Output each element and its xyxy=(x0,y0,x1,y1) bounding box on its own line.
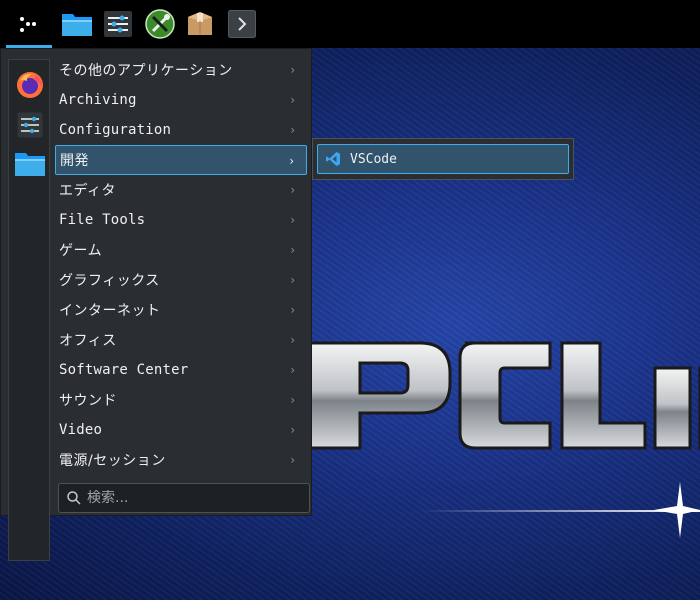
settings-icon xyxy=(17,112,43,138)
chevron-right-icon: › xyxy=(289,393,297,407)
category-file-tools[interactable]: File Tools › xyxy=(55,205,307,235)
chevron-right-icon: › xyxy=(289,363,297,377)
category-other-apps[interactable]: その他のアプリケーション › xyxy=(55,55,307,85)
category-power-session[interactable]: 電源/セッション › xyxy=(55,445,307,475)
chevron-right-icon: › xyxy=(289,423,297,437)
category-software-center[interactable]: Software Center › xyxy=(55,355,307,385)
tools-button[interactable] xyxy=(142,6,178,42)
package-manager-button[interactable] xyxy=(182,6,218,42)
category-internet[interactable]: インターネット › xyxy=(55,295,307,325)
file-manager-button[interactable] xyxy=(59,6,95,42)
chevron-right-icon: › xyxy=(289,93,297,107)
tools-icon xyxy=(145,9,175,39)
category-editors[interactable]: エディタ › xyxy=(55,175,307,205)
chevron-right-icon: › xyxy=(289,333,297,347)
category-development[interactable]: 開発 › xyxy=(55,145,307,175)
category-games[interactable]: ゲーム › xyxy=(55,235,307,265)
search-input[interactable] xyxy=(87,490,287,506)
category-configuration[interactable]: Configuration › xyxy=(55,115,307,145)
category-graphics[interactable]: グラフィックス › xyxy=(55,265,307,295)
chevron-right-icon: › xyxy=(288,154,296,168)
submenu-item-vscode[interactable]: VSCode xyxy=(317,144,569,174)
chevron-right-icon: › xyxy=(289,243,297,257)
show-more-button[interactable] xyxy=(224,6,260,42)
category-office[interactable]: オフィス › xyxy=(55,325,307,355)
favorite-firefox[interactable] xyxy=(15,70,45,100)
package-icon xyxy=(188,12,212,35)
app-launcher-icon xyxy=(20,17,36,32)
chevron-right-icon: › xyxy=(289,63,297,77)
application-menu: その他のアプリケーション › Archiving › Configuration… xyxy=(0,48,312,561)
settings-icon xyxy=(104,11,132,37)
chevron-right-icon: › xyxy=(289,453,297,467)
favorites-bar xyxy=(8,59,50,561)
search-field[interactable] xyxy=(58,483,310,513)
category-archiving[interactable]: Archiving › xyxy=(55,85,307,115)
favorite-settings[interactable] xyxy=(15,110,45,140)
folder-icon xyxy=(15,153,45,176)
search-icon xyxy=(67,491,81,505)
category-video[interactable]: Video › xyxy=(55,415,307,445)
top-panel xyxy=(0,0,700,48)
category-list: その他のアプリケーション › Archiving › Configuration… xyxy=(55,55,307,475)
vscode-icon xyxy=(324,150,342,168)
chevron-right-icon: › xyxy=(289,183,297,197)
development-submenu: VSCode xyxy=(312,138,574,180)
firefox-icon xyxy=(17,72,43,98)
chevron-right-icon: › xyxy=(289,273,297,287)
system-settings-button[interactable] xyxy=(100,6,136,42)
submenu-item-label: VSCode xyxy=(350,151,397,167)
category-sound[interactable]: サウンド › xyxy=(55,385,307,415)
app-launcher-button[interactable] xyxy=(2,0,52,48)
chevron-right-icon xyxy=(228,10,256,38)
favorite-folder[interactable] xyxy=(15,148,45,178)
folder-icon xyxy=(62,14,92,36)
wallpaper-logo xyxy=(308,341,700,450)
chevron-right-icon: › xyxy=(289,303,297,317)
star-sparkle-icon xyxy=(654,482,700,538)
chevron-right-icon: › xyxy=(289,213,297,227)
chevron-right-icon: › xyxy=(289,123,297,137)
